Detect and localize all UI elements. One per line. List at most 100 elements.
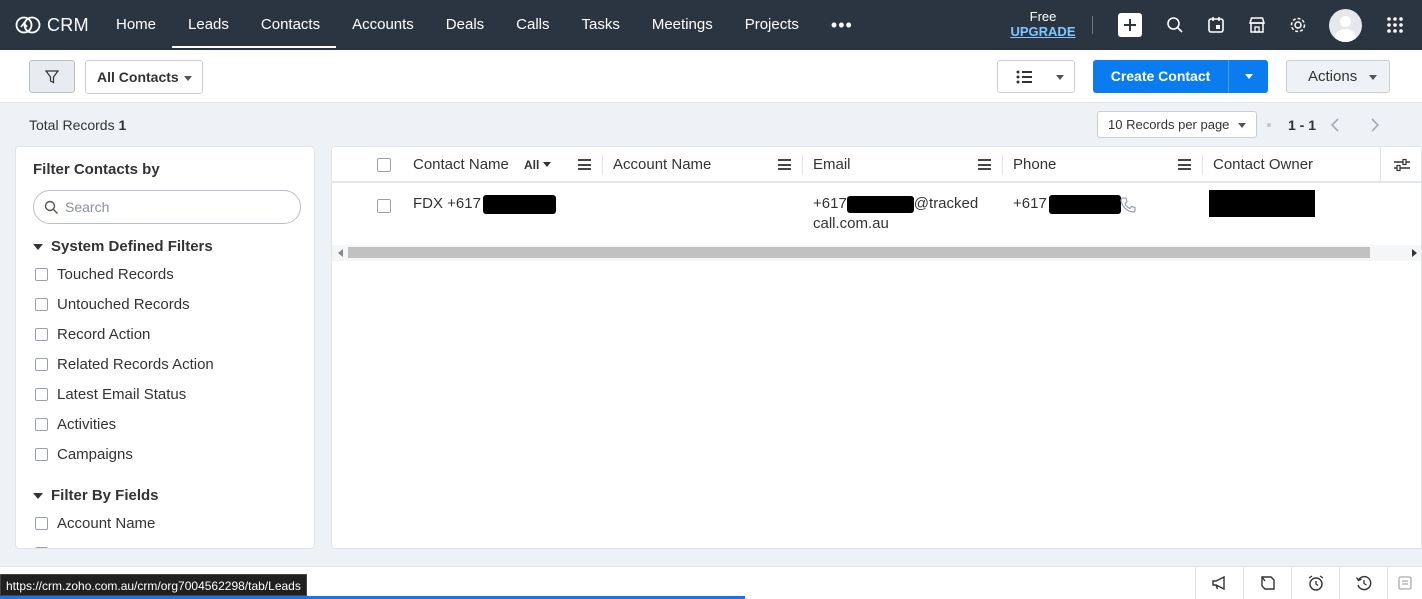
scroll-right-arrow-icon[interactable] xyxy=(1412,249,1417,257)
actions-button[interactable]: Actions xyxy=(1286,60,1390,93)
apps-grid-icon[interactable] xyxy=(1383,13,1407,37)
notes-panel-icon[interactable] xyxy=(1387,566,1422,599)
chat-bubble-icon[interactable] xyxy=(1243,566,1291,599)
horizontal-scrollbar[interactable] xyxy=(332,245,1421,261)
column-divider[interactable] xyxy=(1202,155,1203,175)
filter-activities[interactable]: Activities xyxy=(35,415,116,433)
create-options-dropdown[interactable] xyxy=(1229,60,1268,93)
filter-search-box[interactable] xyxy=(33,190,301,224)
column-header-email[interactable]: Email xyxy=(813,147,851,183)
create-contact-label[interactable]: Create Contact xyxy=(1093,60,1228,93)
column-header-contact-name[interactable]: Contact Name xyxy=(413,147,509,183)
row-checkbox[interactable] xyxy=(377,199,391,213)
nav-tab-accounts[interactable]: Accounts xyxy=(336,0,430,50)
filter-campaigns[interactable]: Campaigns xyxy=(35,445,133,463)
filter-related-records-action[interactable]: Related Records Action xyxy=(35,355,214,373)
account-name-column-menu[interactable] xyxy=(778,147,792,183)
filter-label: Touched Records xyxy=(57,265,174,283)
column-header-phone[interactable]: Phone xyxy=(1013,147,1056,183)
settings-gear-icon[interactable] xyxy=(1286,13,1310,37)
filter-sidebar-title: Filter Contacts by xyxy=(33,161,160,178)
cell-contact-name[interactable]: FDX +617 xyxy=(413,194,556,214)
checkbox[interactable] xyxy=(35,297,48,311)
nav-tab-projects[interactable]: Projects xyxy=(729,0,815,50)
chevron-down-icon xyxy=(1369,75,1377,80)
separator-dot xyxy=(1267,123,1271,127)
recent-items-history-icon[interactable] xyxy=(1339,566,1387,599)
column-menu-icon[interactable] xyxy=(1178,159,1191,170)
cell-email[interactable]: +617 @tracked call.com.au xyxy=(813,194,983,234)
contacts-table: Contact Name All Account Name Email Phon… xyxy=(331,146,1422,549)
checkbox[interactable] xyxy=(35,267,48,281)
email-column-menu[interactable] xyxy=(978,147,992,183)
filter-record-action[interactable]: Record Action xyxy=(35,325,150,343)
more-modules-button[interactable]: ••• xyxy=(815,0,869,50)
nav-tab-tasks[interactable]: Tasks xyxy=(566,0,636,50)
checkbox[interactable] xyxy=(35,387,48,401)
calendar-icon[interactable] xyxy=(1204,13,1228,37)
filter-label: Account Name xyxy=(57,514,156,532)
filter-search-input[interactable] xyxy=(65,196,290,218)
previous-page-chevron-left-icon[interactable] xyxy=(1328,116,1342,134)
checkbox[interactable] xyxy=(35,327,48,341)
cell-phone[interactable]: +617 xyxy=(1013,194,1121,214)
user-avatar[interactable] xyxy=(1329,9,1362,42)
filter-toggle-button[interactable] xyxy=(29,60,75,93)
checkbox[interactable] xyxy=(35,516,48,530)
filter-untouched-records[interactable]: Untouched Records xyxy=(35,295,190,313)
cell-contact-owner[interactable] xyxy=(1209,190,1315,217)
marketplace-icon[interactable] xyxy=(1245,13,1269,37)
column-settings-button[interactable] xyxy=(1380,147,1421,183)
column-header-contact-owner[interactable]: Contact Owner xyxy=(1213,147,1313,183)
nav-tab-home[interactable]: Home xyxy=(100,0,172,50)
column-divider[interactable] xyxy=(802,155,803,175)
create-contact-button[interactable]: Create Contact xyxy=(1093,60,1268,93)
email-text: +617 xyxy=(813,195,847,212)
nav-tab-leads[interactable]: Leads xyxy=(172,0,245,50)
contact-name-text[interactable]: FDX +617 xyxy=(413,195,481,212)
records-per-page-select[interactable]: 10 Records per page xyxy=(1097,111,1257,138)
filter-field-account-name[interactable]: Account Name xyxy=(35,514,155,532)
column-divider[interactable] xyxy=(602,155,603,175)
column-header-account-name[interactable]: Account Name xyxy=(613,147,711,183)
column-menu-icon[interactable] xyxy=(778,159,791,170)
records-per-page-label: 10 Records per page xyxy=(1108,117,1230,132)
scrollbar-thumb[interactable] xyxy=(348,247,1370,258)
scroll-left-arrow-icon[interactable] xyxy=(338,249,343,257)
system-defined-filters-header[interactable]: System Defined Filters xyxy=(33,238,213,255)
upgrade-link[interactable]: UPGRADE xyxy=(1005,24,1081,39)
next-page-chevron-right-icon[interactable] xyxy=(1368,116,1382,134)
name-filter-all-dropdown[interactable]: All xyxy=(524,147,552,183)
call-phone-icon[interactable] xyxy=(1119,196,1137,214)
section-title: System Defined Filters xyxy=(51,238,213,255)
search-icon[interactable] xyxy=(1163,13,1187,37)
nav-tab-meetings[interactable]: Meetings xyxy=(636,0,729,50)
filter-field-next[interactable] xyxy=(35,544,57,548)
custom-view-select[interactable]: All Contacts xyxy=(85,60,203,94)
column-divider[interactable] xyxy=(1002,155,1003,175)
select-all-checkbox[interactable] xyxy=(377,158,391,172)
nav-tab-calls[interactable]: Calls xyxy=(500,0,565,50)
nav-tab-deals[interactable]: Deals xyxy=(430,0,500,50)
crm-logo[interactable]: CRM xyxy=(0,15,100,36)
column-menu-icon[interactable] xyxy=(578,159,591,170)
checkbox[interactable] xyxy=(35,546,48,548)
filter-touched-records[interactable]: Touched Records xyxy=(35,265,174,283)
checkbox[interactable] xyxy=(35,357,48,371)
nav-tab-contacts[interactable]: Contacts xyxy=(244,0,337,50)
quick-create-plus-icon[interactable] xyxy=(1118,13,1142,37)
filter-by-fields-header[interactable]: Filter By Fields xyxy=(33,487,159,504)
column-menu-icon[interactable] xyxy=(978,159,991,170)
checkbox[interactable] xyxy=(35,417,48,431)
announcements-megaphone-icon[interactable] xyxy=(1195,566,1243,599)
filter-latest-email-status[interactable]: Latest Email Status xyxy=(35,385,186,403)
module-tabs: Home Leads Contacts Accounts Deals Calls… xyxy=(100,0,869,50)
total-records: Total Records 1 xyxy=(29,117,126,133)
total-records-count: 1 xyxy=(118,117,127,133)
view-mode-switcher[interactable] xyxy=(997,60,1075,93)
top-navigation-bar: CRM Home Leads Contacts Accounts Deals C… xyxy=(0,0,1422,50)
checkbox[interactable] xyxy=(35,447,48,461)
contact-name-column-menu[interactable] xyxy=(578,147,592,183)
phone-column-menu[interactable] xyxy=(1178,147,1192,183)
reminders-alarm-clock-icon[interactable] xyxy=(1291,566,1339,599)
